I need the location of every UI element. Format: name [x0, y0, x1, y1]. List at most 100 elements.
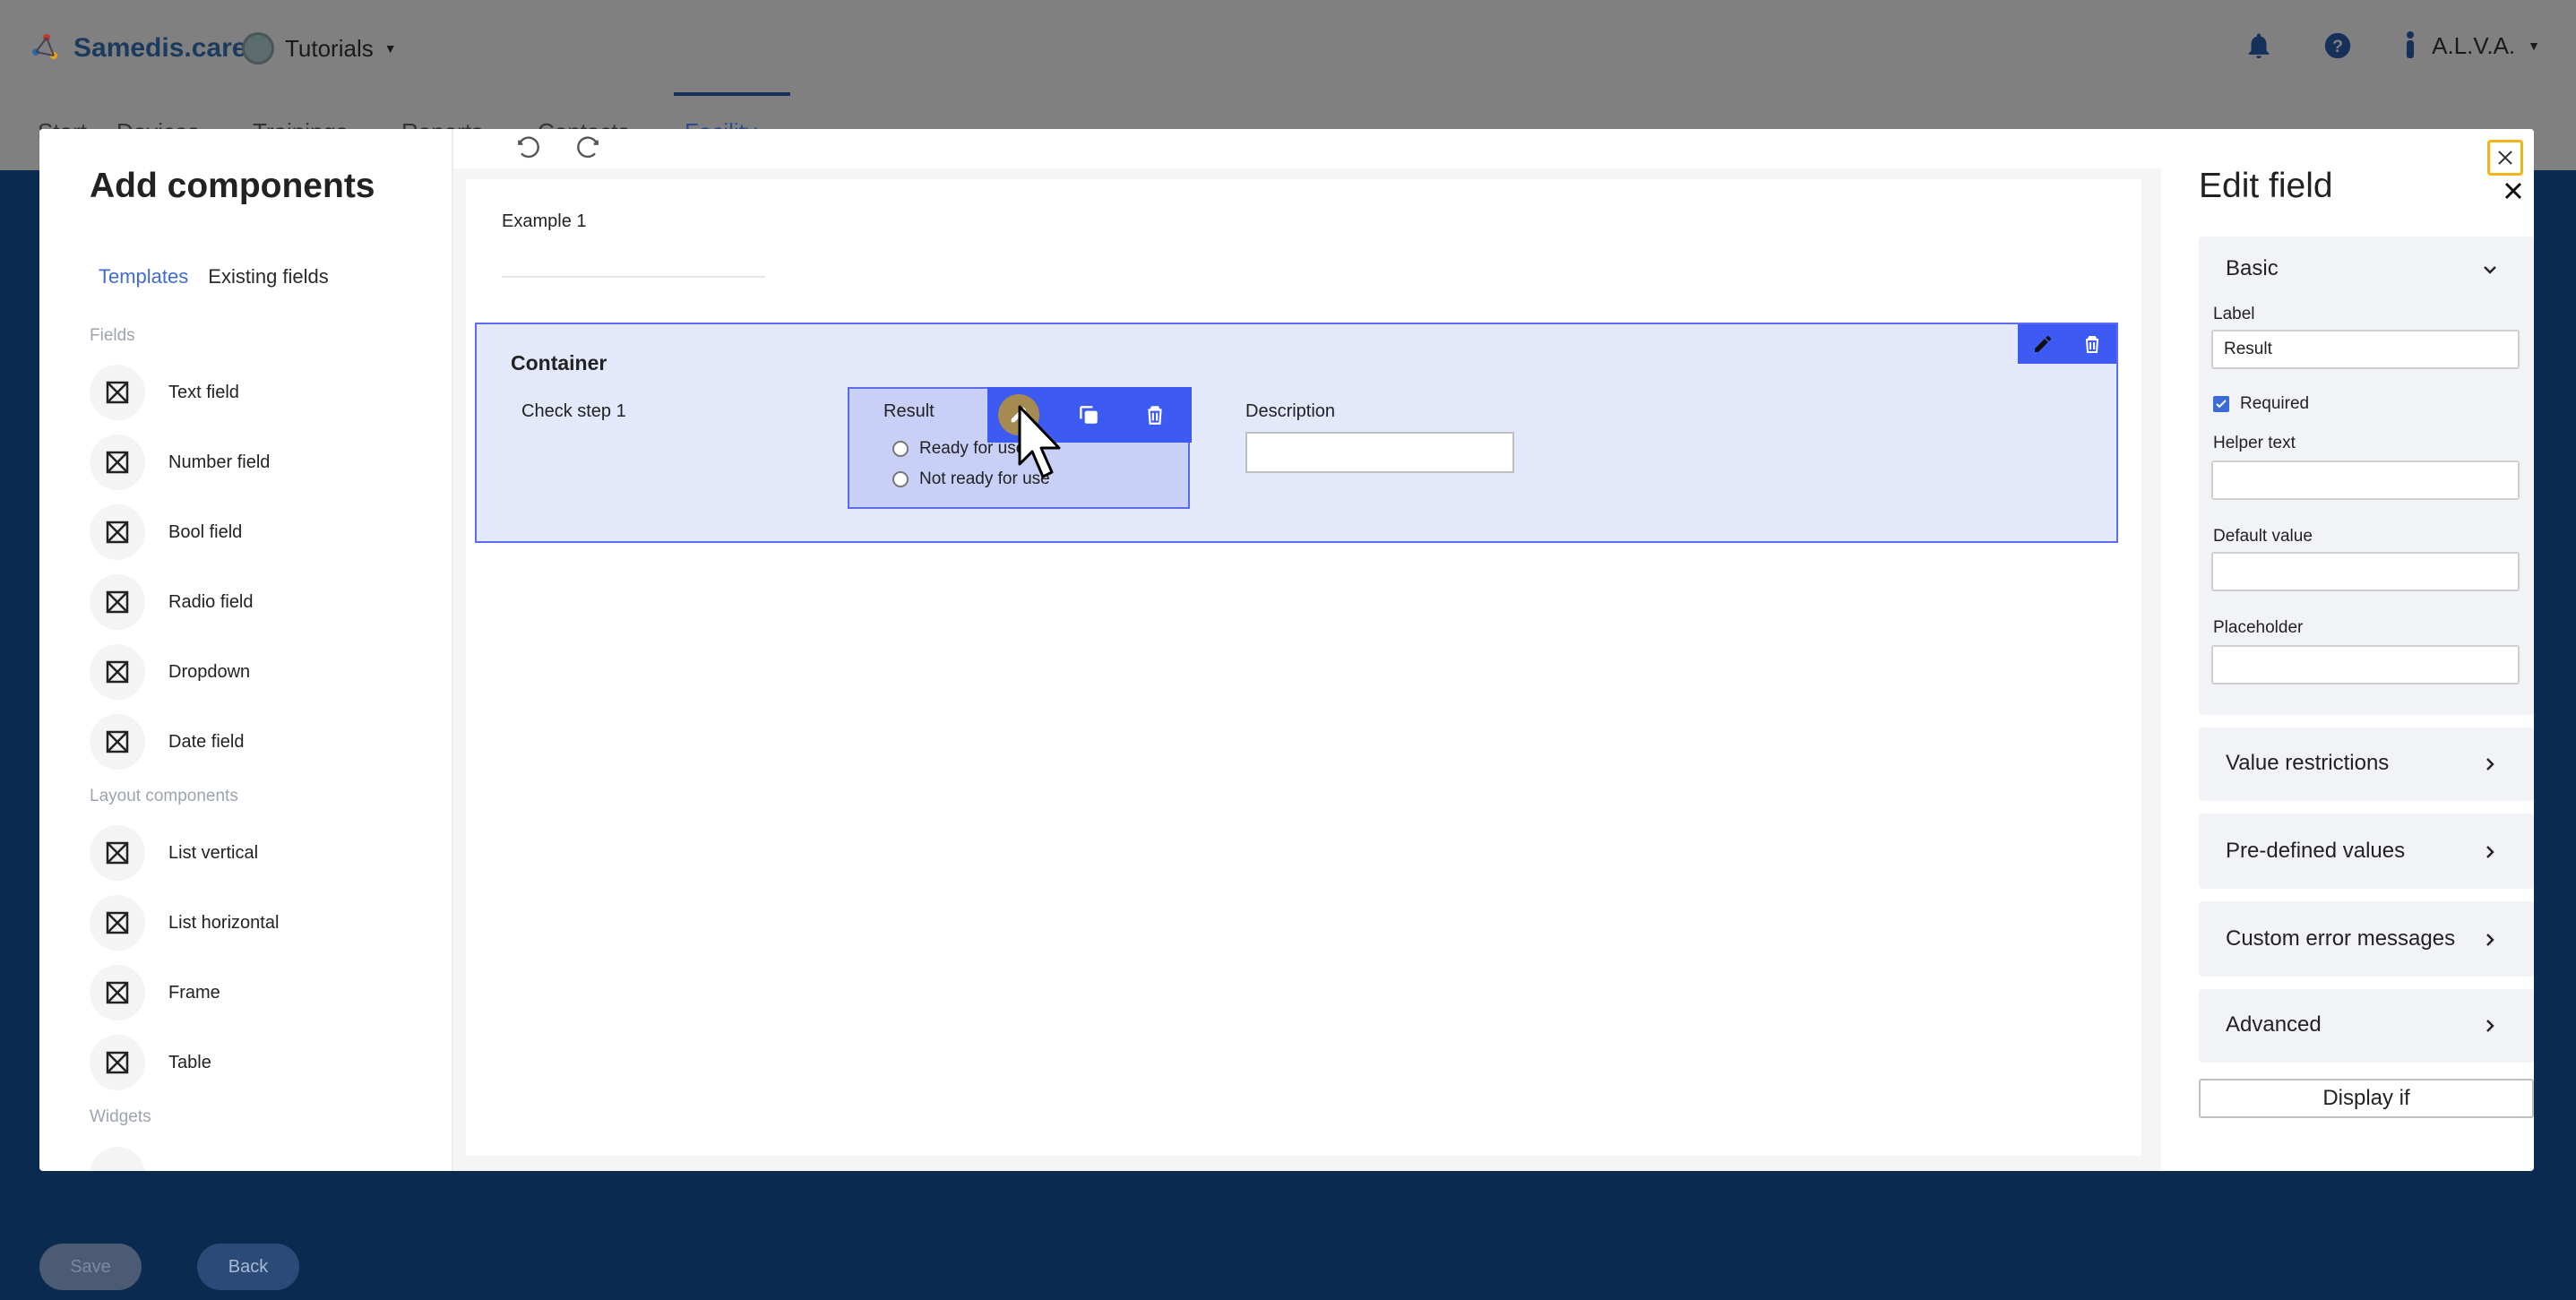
help-icon[interactable]: ?: [2322, 30, 2353, 61]
back-button[interactable]: Back: [197, 1244, 299, 1290]
form-preview: Example 1 Container Check step 1 Result: [466, 179, 2141, 1156]
fields-section-label: Fields: [90, 326, 135, 345]
user-name: A.L.V.A.: [2432, 31, 2516, 59]
check-icon: [2216, 400, 2227, 409]
form-canvas: Example 1 Container Check step 1 Result: [453, 129, 2161, 1171]
logo-mark-icon: [32, 34, 57, 59]
close-icon: [2498, 151, 2512, 165]
component-label: Text field: [168, 382, 239, 402]
app-header: Samedis.care Tutorials ▼ ? A.L.V.A. ▼: [0, 0, 2576, 95]
placeholder-box-icon: [90, 365, 145, 420]
basic-section: Basic Label Result Required Helper text …: [2199, 237, 2534, 715]
bell-icon[interactable]: [2244, 30, 2274, 61]
duplicate-icon[interactable]: [1077, 403, 1100, 426]
chevron-down-icon[interactable]: [2482, 262, 2498, 278]
footer-bar: [0, 1232, 2576, 1300]
section-header: Value restrictions: [2226, 751, 2390, 775]
check-step-label[interactable]: Check step 1: [521, 401, 626, 422]
canvas-toolbar: [453, 129, 2161, 168]
brand-logo[interactable]: Samedis.care: [27, 29, 246, 68]
component-label: Frame: [168, 982, 220, 1003]
placeholder-box-icon: [90, 504, 145, 560]
component-dropdown[interactable]: Dropdown: [90, 643, 250, 701]
custom-error-messages-section[interactable]: Custom error messages: [2199, 901, 2534, 977]
component-label: Dropdown: [168, 661, 251, 682]
component-table[interactable]: Table: [90, 1034, 211, 1091]
component-bool-field[interactable]: Bool field: [90, 504, 242, 561]
component-date-field[interactable]: Date field: [90, 713, 245, 771]
result-label: Result: [883, 401, 935, 421]
section-header: Custom error messages: [2226, 926, 2456, 951]
add-components-panel: Add components Templates Existing fields…: [39, 129, 453, 1171]
form-editor-dialog: Add components Templates Existing fields…: [39, 129, 2534, 1171]
placeholder-box-icon: [90, 644, 145, 700]
component-radio-field[interactable]: Radio field: [90, 573, 254, 631]
user-menu[interactable]: A.L.V.A. ▼: [2401, 30, 2540, 61]
description-label: Description: [1245, 401, 1336, 421]
tenant-selector[interactable]: Tutorials ▼: [242, 32, 397, 65]
tenant-avatar: [242, 32, 274, 65]
description-input[interactable]: [1245, 432, 1514, 473]
component-source-tabs: Templates Existing fields: [99, 265, 329, 288]
placeholder-box-icon: [90, 714, 145, 770]
dialog-close-button[interactable]: [2487, 140, 2523, 176]
mouse-cursor-icon: [1018, 405, 1061, 478]
close-icon[interactable]: [2503, 181, 2523, 201]
component-label: Bool field: [168, 521, 243, 542]
default-value-input[interactable]: [2211, 552, 2520, 591]
component-label: Date field: [168, 731, 245, 752]
radio-option-ready[interactable]: Ready for use: [892, 439, 1025, 459]
required-label: Required: [2240, 394, 2310, 413]
pencil-icon[interactable]: [2032, 333, 2054, 355]
placeholder-box-icon: [90, 825, 145, 881]
tab-templates[interactable]: Templates: [99, 265, 188, 288]
display-if-button[interactable]: Display if: [2199, 1079, 2534, 1118]
placeholder-box-icon: [90, 965, 145, 1020]
component-label: Radio field: [168, 591, 254, 612]
radio-option-label: Ready for use: [919, 439, 1026, 458]
layout-section-label: Layout components: [90, 787, 238, 805]
save-button[interactable]: Save: [39, 1244, 142, 1290]
tab-existing-fields[interactable]: Existing fields: [208, 265, 329, 288]
container-component[interactable]: Container Check step 1 Result Ready for …: [475, 323, 2118, 543]
chevron-right-icon: [2486, 846, 2494, 858]
tenant-label: Tutorials: [285, 34, 374, 62]
trash-icon[interactable]: [2081, 333, 2103, 355]
component-list-horizontal[interactable]: List horizontal: [90, 894, 279, 951]
example-field-label[interactable]: Example 1: [502, 211, 587, 232]
component-frame[interactable]: Frame: [90, 964, 220, 1021]
helper-text-caption: Helper text: [2213, 434, 2296, 452]
placeholder-box-icon: [90, 895, 145, 951]
placeholder-box-icon: [90, 435, 145, 490]
chevron-right-icon: [2486, 934, 2494, 946]
required-checkbox[interactable]: [2213, 396, 2229, 412]
component-text-field[interactable]: Text field: [90, 364, 239, 421]
placeholder-box-icon: [90, 1035, 145, 1090]
placeholder-box-icon: [90, 1147, 145, 1171]
radio-button[interactable]: [892, 471, 909, 487]
active-tab-indicator: [674, 92, 790, 96]
trash-icon[interactable]: [1143, 402, 1167, 427]
helper-text-input[interactable]: [2211, 461, 2520, 500]
placeholder-input[interactable]: [2211, 645, 2520, 684]
user-figure-icon: [2407, 31, 2415, 58]
component-label: Number field: [168, 452, 271, 472]
undo-icon[interactable]: [514, 134, 543, 163]
redo-icon[interactable]: [573, 134, 602, 163]
section-header: Pre-defined values: [2226, 839, 2406, 863]
component-number-field[interactable]: Number field: [90, 434, 270, 491]
example-field-underline: [502, 276, 765, 278]
label-input[interactable]: Result: [2211, 330, 2520, 369]
edit-field-panel: Edit field Basic Label Result Required H…: [2161, 129, 2534, 1171]
basic-section-header[interactable]: Basic: [2226, 256, 2279, 281]
caret-down-icon: ▼: [2528, 39, 2540, 53]
radio-button[interactable]: [892, 441, 909, 457]
placeholder-box-icon: [90, 574, 145, 630]
predefined-values-section[interactable]: Pre-defined values: [2199, 814, 2534, 889]
advanced-section[interactable]: Advanced: [2199, 989, 2534, 1063]
component-list-vertical[interactable]: List vertical: [90, 824, 258, 882]
component-label: List vertical: [168, 842, 259, 863]
add-components-title: Add components: [90, 167, 375, 205]
value-restrictions-section[interactable]: Value restrictions: [2199, 727, 2534, 801]
container-title: Container: [511, 351, 607, 375]
